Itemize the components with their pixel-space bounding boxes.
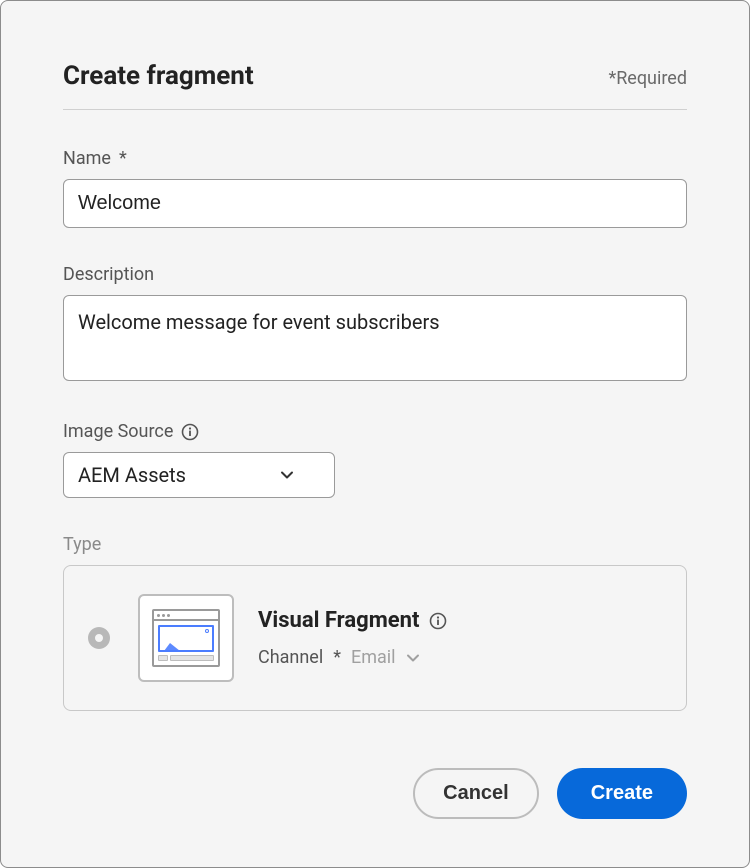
required-note: *Required <box>608 68 687 89</box>
type-label-text: Type <box>63 534 101 555</box>
chevron-down-icon <box>406 651 420 665</box>
type-option-visual-fragment[interactable]: Visual Fragment Channel * Email <box>63 565 687 711</box>
name-label-text: Name <box>63 148 111 169</box>
type-radio[interactable] <box>88 627 110 649</box>
description-label-text: Description <box>63 264 154 285</box>
chevron-down-icon <box>280 468 294 482</box>
type-label: Type <box>63 534 687 555</box>
name-input[interactable] <box>63 179 687 228</box>
create-fragment-dialog: Create fragment *Required Name * Descrip… <box>0 0 750 868</box>
image-source-field-group: Image Source AEM Assets <box>63 421 687 498</box>
channel-label: Channel <box>258 647 323 668</box>
image-source-select[interactable]: AEM Assets <box>63 452 335 498</box>
image-source-value: AEM Assets <box>78 463 186 487</box>
info-icon[interactable] <box>181 423 199 441</box>
description-field-group: Description Welcome message for event su… <box>63 264 687 385</box>
header-divider <box>63 109 687 110</box>
name-field-group: Name * <box>63 148 687 228</box>
channel-row: Channel * Email <box>258 647 447 668</box>
type-option-info: Visual Fragment Channel * Email <box>258 608 447 668</box>
info-icon[interactable] <box>429 612 447 630</box>
visual-fragment-thumbnail <box>138 594 234 682</box>
image-source-label-text: Image Source <box>63 421 173 442</box>
type-option-title: Visual Fragment <box>258 608 419 633</box>
type-field-group: Type Visual Fragment <box>63 534 687 711</box>
dialog-header: Create fragment *Required <box>63 61 687 91</box>
dialog-title: Create fragment <box>63 61 254 91</box>
channel-value: Email <box>351 647 396 668</box>
name-label: Name * <box>63 148 687 169</box>
channel-select[interactable]: Email <box>351 647 420 668</box>
create-button[interactable]: Create <box>557 768 687 819</box>
description-input[interactable]: Welcome message for event subscribers <box>63 295 687 381</box>
channel-required-marker: * <box>333 647 341 668</box>
description-label: Description <box>63 264 687 285</box>
image-source-label: Image Source <box>63 421 687 442</box>
name-required-marker: * <box>119 148 127 169</box>
cancel-button[interactable]: Cancel <box>413 768 539 819</box>
dialog-footer: Cancel Create <box>63 768 687 819</box>
